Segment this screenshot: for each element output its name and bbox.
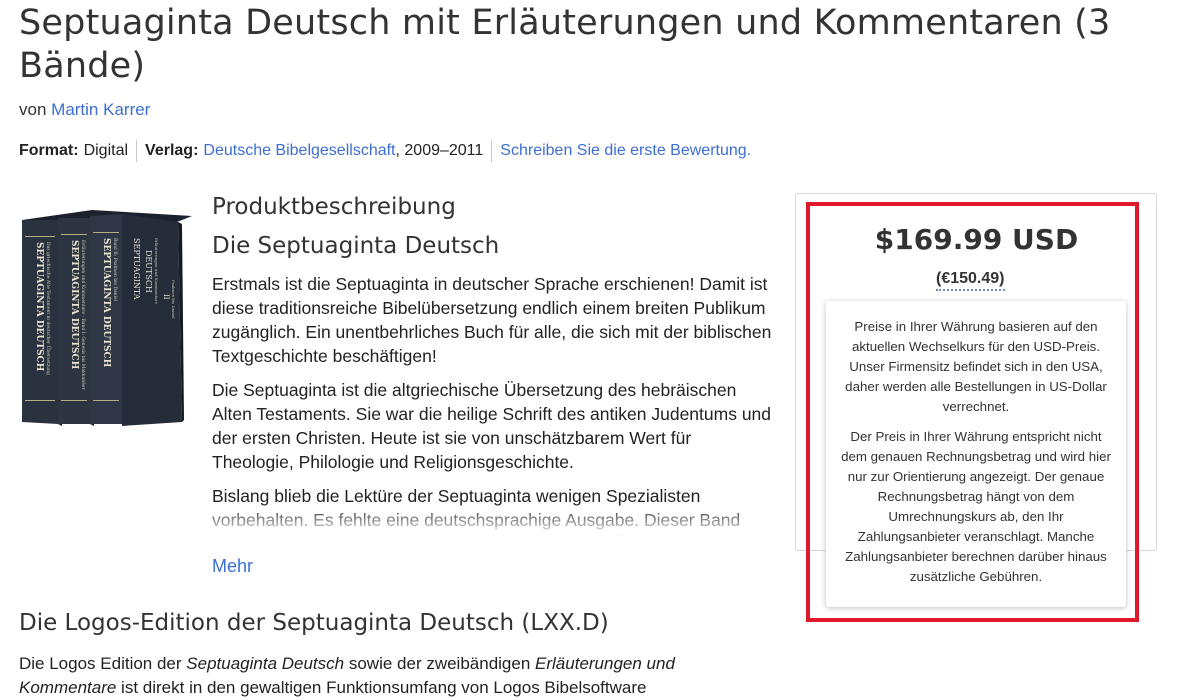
highlight-frame <box>806 202 1139 622</box>
product-meta: Format: Digital Verlag: Deutsche Bibelge… <box>19 140 751 162</box>
page-title: Septuaginta Deutsch mit Erläuterungen un… <box>19 3 1111 86</box>
description-paragraph: Die Septuaginta ist die altgriechische Ü… <box>212 380 772 472</box>
edition-heading: Die Logos-Edition der Septuaginta Deutsc… <box>19 610 609 636</box>
description-paragraph: Erstmals ist die Septuaginta in deutsche… <box>212 274 772 366</box>
svg-text:Psalmen bis Daniel: Psalmen bis Daniel <box>171 280 176 319</box>
edition-text: Die Logos Edition der Septuaginta Deutsc… <box>19 654 675 697</box>
description-heading: Produktbeschreibung <box>212 194 456 220</box>
svg-text:Erläuterungen und Kommentare: Erläuterungen und Kommentare <box>154 238 159 305</box>
publisher-label: Verlag: <box>145 142 199 159</box>
book-spine-2: SEPTUAGINTA DEUTSCH Erläuterungen und Ko… <box>58 218 94 426</box>
svg-text:DEUTSCH: DEUTSCH <box>144 250 153 293</box>
book-spine-3: SEPTUAGINTA DEUTSCH Band II: Psalmen bis… <box>90 214 122 424</box>
format-label: Format: <box>19 142 79 159</box>
description-fade: Bislang blieb die Lektüre der Septuagint… <box>212 484 772 538</box>
svg-text:II: II <box>162 294 170 300</box>
svg-text:SEPTUAGINTA DEUTSCH: SEPTUAGINTA DEUTSCH <box>69 240 79 370</box>
product-cover-image: SEPTUAGINTA DEUTSCH Das griechische Alte… <box>22 210 192 426</box>
svg-text:Erläuterungen und Kommentare ·: Erläuterungen und Kommentare · Band I: G… <box>80 240 86 390</box>
book-front-cover: SEPTUAGINTA DEUTSCH Erläuterungen und Ko… <box>122 214 184 426</box>
description-paragraph: Bislang blieb die Lektüre der Septuagint… <box>212 486 741 538</box>
svg-text:SEPTUAGINTA DEUTSCH: SEPTUAGINTA DEUTSCH <box>34 242 44 372</box>
svg-text:SEPTUAGINTA DEUTSCH: SEPTUAGINTA DEUTSCH <box>101 238 111 368</box>
by-prefix: von <box>19 100 47 119</box>
read-more-link[interactable]: Mehr <box>212 556 253 577</box>
format-value: Digital <box>83 142 129 159</box>
description-subheading: Die Septuaginta Deutsch <box>212 233 500 259</box>
book-spine-1: SEPTUAGINTA DEUTSCH Das griechische Alte… <box>22 220 62 426</box>
edition-title-em: Septuaginta Deutsch <box>186 654 345 673</box>
svg-text:Band II: Psalmen bis Daniel: Band II: Psalmen bis Daniel <box>112 238 118 302</box>
publisher-link[interactable]: Deutsche Bibelgesellschaft <box>203 142 395 160</box>
write-review-link[interactable]: Schreiben Sie die erste Bewertung. <box>500 142 751 160</box>
byline: von Martin Karrer <box>19 100 150 120</box>
meta-divider <box>491 140 493 162</box>
meta-divider <box>136 140 138 162</box>
svg-text:SEPTUAGINTA: SEPTUAGINTA <box>132 238 141 300</box>
author-link[interactable]: Martin Karrer <box>51 100 150 119</box>
svg-text:Das griechische Alte Testament: Das griechische Alte Testament in deutsc… <box>45 242 52 375</box>
description-body: Erstmals ist die Septuaginta in deutsche… <box>212 272 772 538</box>
publication-years: , 2009–2011 <box>395 142 484 159</box>
